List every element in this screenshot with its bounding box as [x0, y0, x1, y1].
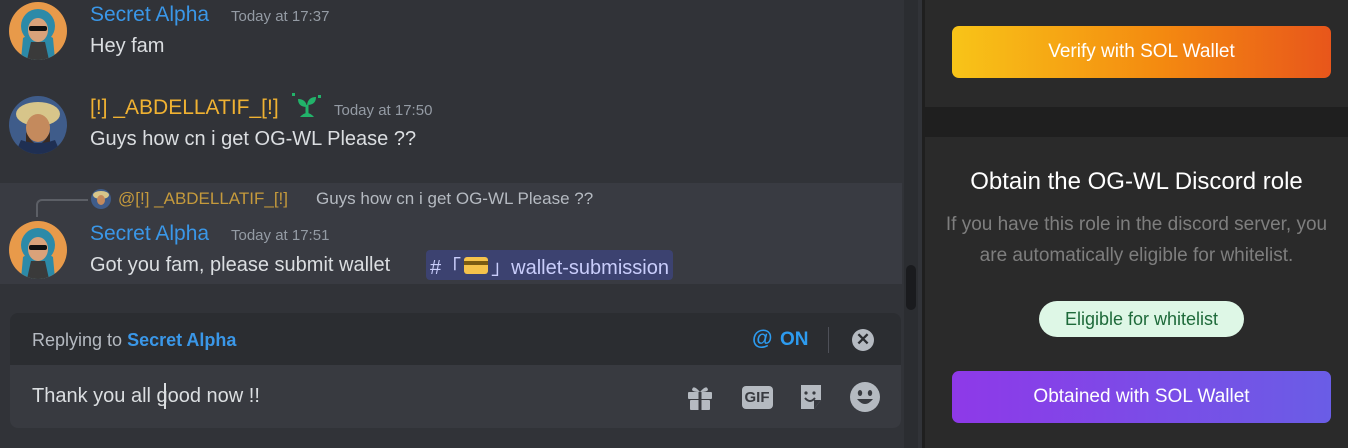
scrollbar-track[interactable] [904, 0, 918, 448]
reply-author[interactable]: @[!] _ABDELLATIF_[!] [118, 189, 288, 209]
message-text: Guys how cn i get OG-WL Please ?? [90, 128, 417, 150]
avatar[interactable] [9, 2, 67, 60]
emoji-icon[interactable] [848, 381, 882, 413]
author-name[interactable]: Secret Alpha [90, 222, 209, 246]
verify-card: Verify with SOL Wallet [925, 0, 1348, 107]
reply-connector [36, 199, 88, 217]
channel-name: 」wallet-submission [491, 256, 669, 279]
sprout-icon [292, 93, 321, 117]
message-text: Hey fam [90, 35, 165, 57]
message-composer: GIF [10, 365, 901, 428]
scrollbar-thumb[interactable] [906, 265, 916, 310]
message-text: Got you fam, please submit wallet [90, 254, 391, 276]
avatar[interactable] [9, 221, 67, 279]
close-icon[interactable]: ✕ [852, 329, 874, 351]
message-highlighted: @[!] _ABDELLATIF_[!] Guys how cn i get O… [0, 183, 902, 284]
role-card: Obtain the OG-WL Discord role If you hav… [925, 137, 1348, 448]
channel-prefix: #「 [430, 256, 462, 279]
gif-button[interactable]: GIF [739, 381, 775, 413]
timestamp: Today at 17:51 [231, 227, 330, 244]
at-icon[interactable]: @ [752, 327, 772, 351]
replying-label: Replying to [32, 330, 123, 350]
author-name[interactable]: [!] _ABDELLATIF_[!] [90, 96, 279, 120]
mention-toggle[interactable]: ON [780, 329, 809, 351]
divider [828, 327, 829, 353]
obtained-wallet-button[interactable]: Obtained with SOL Wallet [952, 371, 1331, 423]
role-description: If you have this role in the discord ser… [945, 214, 1328, 266]
credit-card-icon [464, 256, 489, 274]
chat-pane: Secret Alpha Today at 17:37 Hey fam [!] … [0, 0, 922, 448]
sticker-icon[interactable] [795, 381, 827, 413]
gif-label: GIF [741, 385, 773, 409]
gift-icon[interactable] [684, 381, 716, 413]
text-caret [164, 383, 166, 409]
message: [!] _ABDELLATIF_[!] Today at 17:50 Guys … [0, 88, 902, 168]
role-title: Obtain the OG-WL Discord role [970, 168, 1303, 195]
reply-bar: Replying to Secret Alpha @ ON ✕ [10, 313, 901, 365]
eligibility-badge: Eligible for whitelist [1039, 301, 1244, 337]
reply-preview-text[interactable]: Guys how cn i get OG-WL Please ?? [316, 189, 593, 209]
author-name[interactable]: Secret Alpha [90, 3, 209, 27]
message: Secret Alpha Today at 17:37 Hey fam [0, 0, 902, 75]
timestamp: Today at 17:50 [334, 102, 433, 119]
verification-panel: Verify with SOL Wallet Obtain the OG-WL … [922, 0, 1348, 448]
verify-wallet-button[interactable]: Verify with SOL Wallet [952, 26, 1331, 78]
replying-name: Secret Alpha [127, 330, 237, 350]
timestamp: Today at 17:37 [231, 8, 330, 25]
message-input[interactable] [32, 385, 652, 408]
reply-avatar[interactable] [91, 189, 111, 209]
channel-mention[interactable]: #「 」wallet-submission [426, 250, 673, 280]
avatar[interactable] [9, 96, 67, 154]
replying-indicator: Replying to Secret Alpha [32, 330, 236, 351]
